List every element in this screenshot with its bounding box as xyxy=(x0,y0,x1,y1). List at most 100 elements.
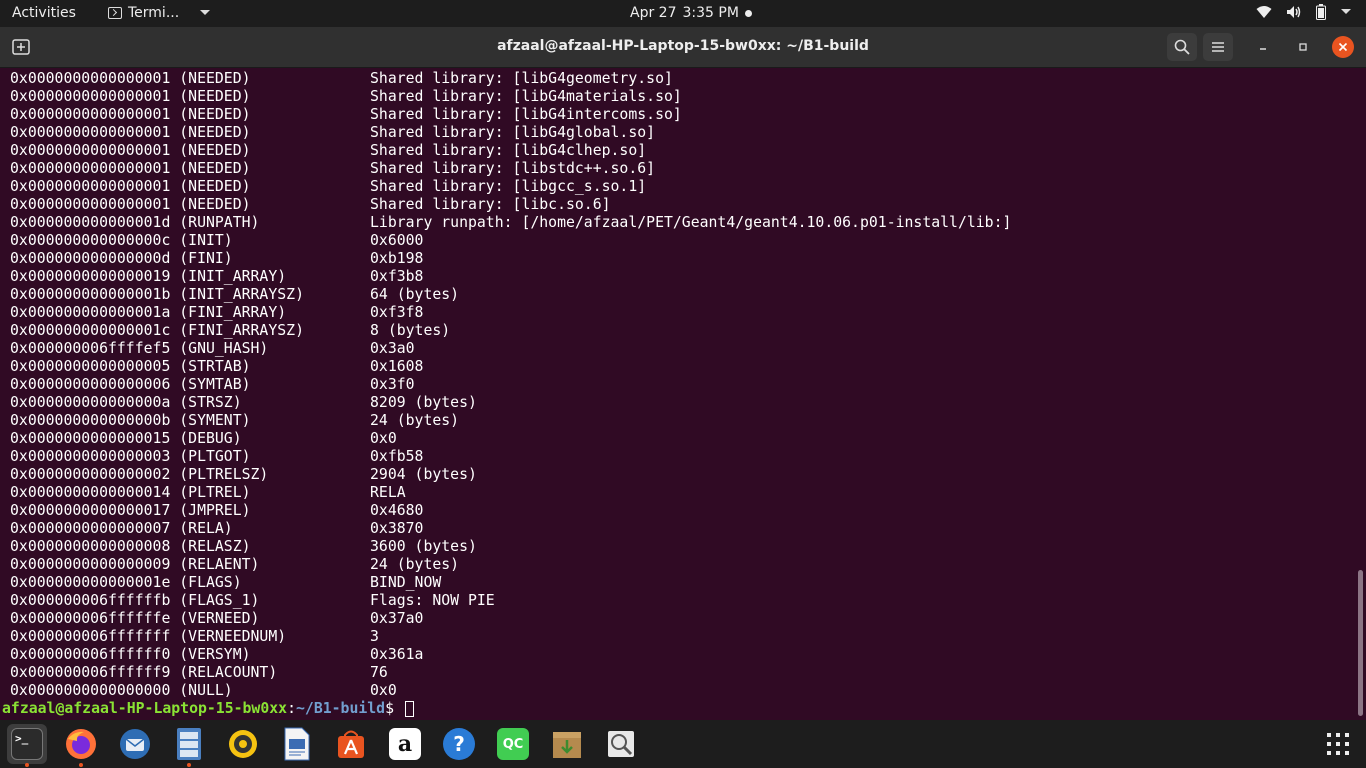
activities-button[interactable]: Activities xyxy=(12,5,76,21)
dynamic-entry-tag: 0x000000006ffffff0 (VERSYM) xyxy=(10,646,251,663)
chevron-down-icon xyxy=(200,10,211,15)
dock-item-archive[interactable] xyxy=(547,724,587,764)
dock-item-writer[interactable] xyxy=(277,724,317,764)
dock-item-amazon[interactable]: a xyxy=(385,724,425,764)
show-applications-button[interactable] xyxy=(1318,724,1358,764)
terminal-icon: >_ xyxy=(11,728,43,760)
dock-item-help[interactable]: ? xyxy=(439,724,479,764)
system-tray[interactable] xyxy=(1256,4,1352,20)
help-icon: ? xyxy=(443,728,475,760)
dynamic-entry-tag: 0x000000000000000d (FINI) xyxy=(10,250,233,267)
close-icon xyxy=(1338,42,1348,52)
dynamic-entry-value: 24 (bytes) xyxy=(370,556,460,573)
output-line: 0x000000006ffffffe (VERNEED) 0x37a0 xyxy=(10,610,1310,628)
dynamic-entry-tag: 0x0000000000000007 (RELA) xyxy=(10,520,233,537)
dynamic-entry-tag: 0x0000000000000008 (RELASZ) xyxy=(10,538,251,555)
dynamic-entry-value: 3600 (bytes) xyxy=(370,538,477,555)
running-indicator xyxy=(187,763,191,767)
output-line: 0x000000000000000c (INIT) 0x6000 xyxy=(10,232,1310,250)
output-line: 0x000000006ffffff9 (RELACOUNT) 76 xyxy=(10,664,1310,682)
dock-item-thunderbird[interactable] xyxy=(115,724,155,764)
clock[interactable]: Apr 27 3:35 PM xyxy=(630,5,752,21)
dynamic-entry-tag: 0x0000000000000001 (NEEDED) xyxy=(10,88,251,105)
dynamic-entry-tag: 0x000000006fffffff (VERNEEDNUM) xyxy=(10,628,287,645)
dock-item-image-viewer[interactable] xyxy=(601,724,641,764)
dynamic-entry-value: Shared library: [libstdc++.so.6] xyxy=(370,160,656,177)
output-line: 0x0000000000000001 (NEEDED) Shared librar… xyxy=(10,106,1310,124)
output-line: 0x000000000000001a (FINI_ARRAY) 0xf3f8 xyxy=(10,304,1310,322)
search-button[interactable] xyxy=(1167,33,1197,61)
terminal-output[interactable]: 0x0000000000000001 (NEEDED) Shared librar… xyxy=(0,68,1366,720)
close-button[interactable] xyxy=(1332,36,1354,58)
battery-icon xyxy=(1316,4,1326,20)
output-line: 0x000000006fffffff (VERNEEDNUM) 3 xyxy=(10,628,1310,646)
prompt-path: ~/B1-build xyxy=(296,700,386,717)
dock-item-software[interactable] xyxy=(331,724,371,764)
output-line: 0x000000006ffffff0 (VERSYM) 0x361a xyxy=(10,646,1310,664)
output-line: 0x000000000000000b (SYMENT) 24 (bytes) xyxy=(10,412,1310,430)
dynamic-entry-value: 0x4680 xyxy=(370,502,424,519)
dynamic-entry-tag: 0x000000000000001e (FLAGS) xyxy=(10,574,242,591)
dynamic-entry-value: 24 (bytes) xyxy=(370,412,460,429)
output-line: 0x000000000000001b (INIT_ARRAYSZ) 64 (byt… xyxy=(10,286,1310,304)
output-line: 0x0000000000000008 (RELASZ) 3600 (bytes) xyxy=(10,538,1310,556)
firefox-icon xyxy=(66,729,96,759)
text-cursor xyxy=(404,701,414,717)
dynamic-entry-value: 76 xyxy=(370,664,388,681)
output-line: 0x0000000000000015 (DEBUG) 0x0 xyxy=(10,430,1310,448)
dynamic-entry-value: Shared library: [libG4global.so] xyxy=(370,124,656,141)
dynamic-entry-tag: 0x0000000000000001 (NEEDED) xyxy=(10,160,251,177)
dynamic-entry-tag: 0x000000000000000a (STRSZ) xyxy=(10,394,242,411)
dock-item-firefox[interactable] xyxy=(61,724,101,767)
app-menu[interactable]: Termi... xyxy=(108,5,211,21)
dynamic-entry-tag: 0x0000000000000003 (PLTGOT) xyxy=(10,448,251,465)
output-line: 0x000000000000001e (FLAGS) BIND_NOW xyxy=(10,574,1310,592)
prompt-colon: : xyxy=(287,700,296,717)
output-line: 0x0000000000000001 (NEEDED) Shared librar… xyxy=(10,142,1310,160)
dynamic-entry-tag: 0x000000006ffffffe (VERNEED) xyxy=(10,610,260,627)
menu-button[interactable] xyxy=(1203,33,1233,61)
dock-item-files[interactable] xyxy=(169,724,209,767)
dynamic-entry-value: Shared library: [libc.so.6] xyxy=(370,196,611,213)
dock-item-terminal[interactable]: >_ xyxy=(7,724,47,767)
dynamic-entry-tag: 0x000000000000001d (RUNPATH) xyxy=(10,214,260,231)
dynamic-entry-tag: 0x0000000000000009 (RELAENT) xyxy=(10,556,260,573)
dynamic-entry-value: 2904 (bytes) xyxy=(370,466,477,483)
running-indicator xyxy=(25,763,29,767)
scrollbar[interactable] xyxy=(1358,570,1363,716)
shell-prompt[interactable]: afzaal@afzaal-HP-Laptop-15-bw0xx:~/B1-bu… xyxy=(2,700,414,718)
maximize-button[interactable] xyxy=(1292,36,1314,58)
dynamic-entry-tag: 0x0000000000000019 (INIT_ARRAY) xyxy=(10,268,287,285)
dynamic-entry-value: 64 (bytes) xyxy=(370,286,460,303)
app-grid-icon xyxy=(1327,733,1349,755)
dock: >_ a ? QC xyxy=(0,720,1366,768)
dynamic-entry-tag: 0x0000000000000001 (NEEDED) xyxy=(10,142,251,159)
dock-item-rhythmbox[interactable] xyxy=(223,724,263,764)
dynamic-entry-value: 0x1608 xyxy=(370,358,424,375)
dynamic-entry-tag: 0x000000000000001c (FINI_ARRAYSZ) xyxy=(10,322,304,339)
prompt-user-host: afzaal@afzaal-HP-Laptop-15-bw0xx xyxy=(2,700,288,717)
dynamic-entry-tag: 0x0000000000000002 (PLTRELSZ) xyxy=(10,466,269,483)
dynamic-entry-tag: 0x000000006ffffff9 (RELACOUNT) xyxy=(10,664,278,681)
dynamic-entry-value: 3 xyxy=(370,628,379,645)
minimize-icon xyxy=(1260,48,1266,50)
volume-icon xyxy=(1287,6,1301,18)
output-line: 0x0000000000000000 (NULL) 0x0 xyxy=(10,682,1310,700)
terminal-icon xyxy=(108,7,122,19)
minimize-button[interactable] xyxy=(1252,36,1274,58)
dynamic-entry-value: 0x3f0 xyxy=(370,376,415,393)
dock-item-qtcreator[interactable]: QC xyxy=(493,724,533,764)
dynamic-entry-tag: 0x0000000000000005 (STRTAB) xyxy=(10,358,251,375)
dynamic-entry-value: 0xb198 xyxy=(370,250,424,267)
dynamic-entry-tag: 0x0000000000000001 (NEEDED) xyxy=(10,178,251,195)
date-label: Apr 27 xyxy=(630,5,677,21)
output-line: 0x0000000000000001 (NEEDED) Shared librar… xyxy=(10,88,1310,106)
dynamic-entry-value: 0x6000 xyxy=(370,232,424,249)
dynamic-entry-tag: 0x000000006ffffef5 (GNU_HASH) xyxy=(10,340,269,357)
amazon-icon: a xyxy=(389,728,421,760)
dynamic-entry-value: 0x37a0 xyxy=(370,610,424,627)
shopping-bag-icon xyxy=(338,730,364,758)
output-line: 0x000000006ffffffb (FLAGS_1) Flags: NOW P… xyxy=(10,592,1310,610)
output-line: 0x0000000000000005 (STRTAB) 0x1608 xyxy=(10,358,1310,376)
window-title-bar: afzaal@afzaal-HP-Laptop-15-bw0xx: ~/B1-b… xyxy=(0,27,1366,68)
